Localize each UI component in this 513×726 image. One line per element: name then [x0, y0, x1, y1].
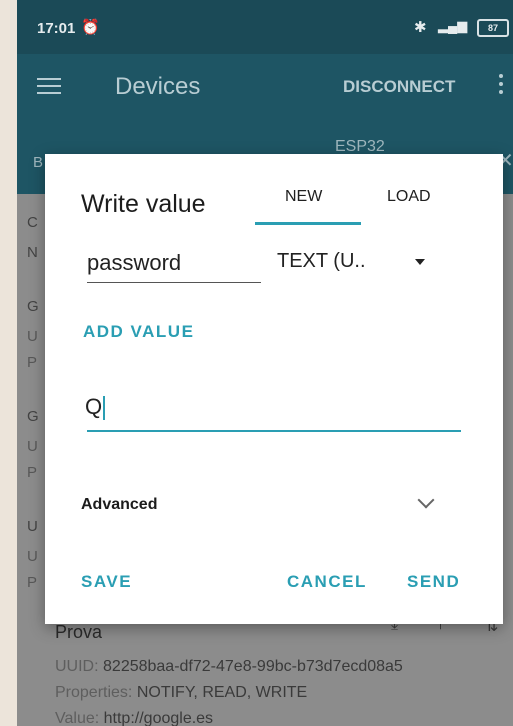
- text-cursor: [103, 396, 106, 421]
- list-item-letter: G: [27, 408, 39, 425]
- app-title: Devices: [115, 73, 201, 100]
- value-name-field[interactable]: password: [87, 250, 181, 276]
- value-type-select[interactable]: TEXT (U..: [277, 250, 366, 273]
- list-item-letter: P: [27, 464, 38, 481]
- status-time: 17:01: [37, 20, 76, 37]
- advanced-section-toggle[interactable]: Advanced: [81, 496, 157, 514]
- tab-left-letter[interactable]: B: [33, 154, 43, 171]
- send-button[interactable]: SEND: [407, 572, 460, 592]
- dialog-title: Write value: [81, 190, 206, 218]
- list-item-letter: G: [27, 298, 39, 315]
- cancel-button[interactable]: CANCEL: [287, 572, 367, 592]
- battery-icon: 87: [477, 19, 509, 37]
- hamburger-menu-icon[interactable]: [37, 78, 61, 94]
- tab-load[interactable]: LOAD: [387, 188, 431, 206]
- list-item-letter: P: [27, 354, 38, 371]
- app-bar: Devices DISCONNECT: [17, 54, 513, 118]
- signal-icon: ▂▄▆: [438, 18, 468, 33]
- status-bar: 17:01 ⏰ ✱ ▂▄▆ 87: [17, 0, 513, 54]
- dropdown-arrow-icon[interactable]: [415, 259, 425, 265]
- overflow-menu-icon[interactable]: [499, 74, 505, 98]
- list-item-letter: C: [27, 214, 38, 231]
- save-button[interactable]: SAVE: [81, 572, 132, 592]
- list-item-letter: U: [27, 518, 38, 535]
- characteristic-properties: Properties: NOTIFY, READ, WRITE: [55, 684, 308, 701]
- tab-new[interactable]: NEW: [285, 188, 322, 206]
- list-item-letter: U: [27, 328, 38, 345]
- list-item-letter: P: [27, 574, 38, 591]
- tab-indicator: [255, 222, 361, 225]
- add-value-button[interactable]: ADD VALUE: [83, 322, 194, 342]
- value-name-underline: [87, 282, 261, 283]
- list-item-letter: U: [27, 548, 38, 565]
- characteristic-value: Value: http://google.es: [55, 710, 214, 726]
- write-value-dialog: Write value NEW LOAD password TEXT (U.. …: [45, 154, 503, 624]
- value-input-underline: [87, 430, 461, 432]
- value-input[interactable]: Q: [85, 394, 106, 421]
- chevron-down-icon[interactable]: [417, 491, 435, 509]
- characteristic-uuid: UUID: 82258baa-df72-47e8-99bc-b73d7ecd08…: [55, 658, 403, 675]
- disconnect-button[interactable]: DISCONNECT: [343, 77, 455, 97]
- alarm-off-icon: ⏰: [81, 19, 100, 36]
- characteristic-name[interactable]: Prova: [55, 622, 102, 643]
- list-item-letter: U: [27, 438, 38, 455]
- list-item-letter: N: [27, 244, 38, 261]
- bluetooth-icon: ✱: [414, 19, 427, 36]
